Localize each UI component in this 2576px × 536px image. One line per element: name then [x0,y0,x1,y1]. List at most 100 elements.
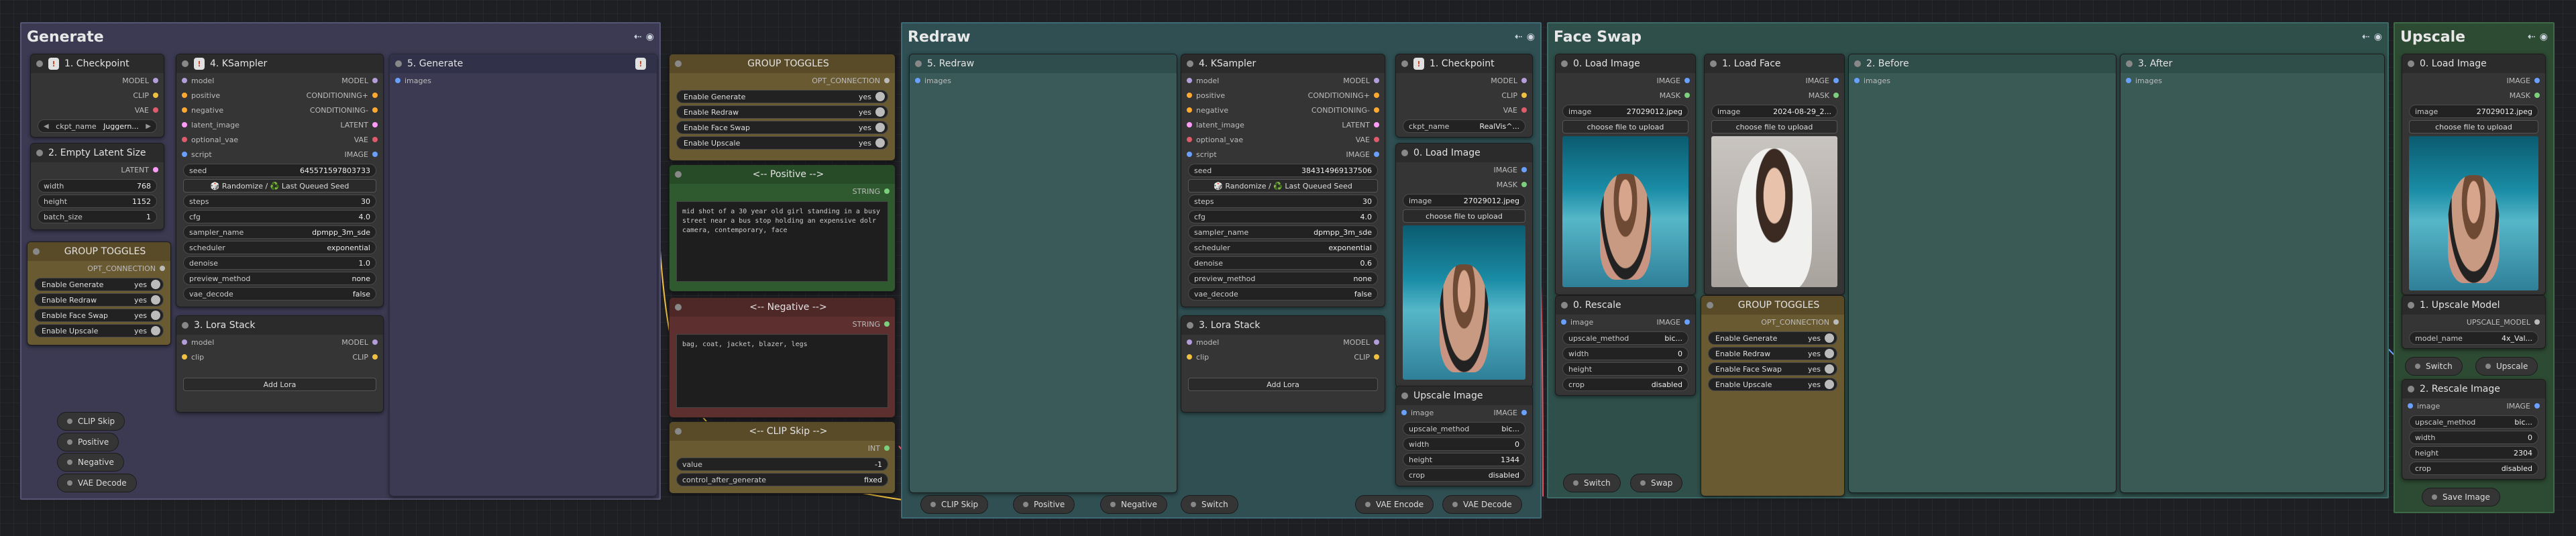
collapse-dot[interactable] [2126,60,2133,67]
output-slot[interactable] [1521,410,1527,415]
output-slot[interactable] [1374,78,1379,83]
toggle-enable-generate[interactable]: Enable Generate yes [34,278,164,291]
input-slot[interactable] [1187,339,1192,345]
output-slot[interactable] [884,321,890,327]
pin-icon[interactable]: ⇠ [2362,32,2370,42]
eye-icon[interactable]: ◉ [646,32,654,42]
output-slot[interactable] [884,189,890,194]
collapse-dot[interactable] [182,322,189,329]
output-slot[interactable] [1374,339,1379,345]
add-lora-button[interactable]: Add Lora [183,378,376,391]
node-group-toggles[interactable]: GROUP TOGGLES OPT_CONNECTION Enable Gene… [27,242,171,345]
collapse-dot[interactable] [395,60,402,67]
vae-decode-widget[interactable]: vae_decode false [1188,287,1378,301]
pill-vae-decode[interactable]: VAE Decode [57,474,137,492]
input-slot[interactable] [1561,319,1566,325]
node-checkpoint[interactable]: ! 1. Checkpoint MODEL CLIP VAE ◀ ckpt_name… [30,54,164,138]
pill-clip-skip[interactable]: CLIP Skip [57,412,125,431]
pill-switch-face[interactable]: Switch [1563,474,1621,492]
collapse-dot[interactable] [675,428,682,435]
toggle-enable-generate[interactable]: Enable Generate yes [1708,331,1837,345]
input-slot[interactable] [1854,78,1860,83]
height-widget[interactable]: height 0 [1562,362,1688,376]
node-group-toggles-mid[interactable]: GROUP TOGGLES OPT_CONNECTION Enable Gene… [669,54,896,161]
output-slot[interactable] [372,107,378,113]
width-widget[interactable]: width 0 [1403,437,1525,451]
pin-icon[interactable]: ⇠ [2528,32,2536,42]
toggle-enable-redraw[interactable]: Enable Redraw yes [34,293,164,307]
collapse-dot[interactable] [915,60,922,67]
node-positive-prompt[interactable]: <-- Positive --> STRING mid shot of a 30… [669,164,896,292]
output-slot[interactable] [372,93,378,98]
pill-positive[interactable]: Positive [57,433,119,451]
output-slot[interactable] [2534,78,2540,83]
input-slot[interactable] [395,78,400,83]
image-select-widget[interactable]: image 27029012.jpeg [1562,105,1688,118]
toggle-enable-redraw[interactable]: Enable Redraw yes [1708,347,1837,360]
node-rescale-face[interactable]: 0. Rescale image IMAGE upscale_method bic.… [1555,295,1696,396]
node-save-generate[interactable]: 5. Generate! images [389,54,657,496]
randomize-seed-button[interactable]: 🎲 Randomize / ♻️ Last Queued Seed [183,179,376,193]
output-slot[interactable] [1521,78,1527,83]
collapse-dot[interactable] [2408,386,2414,392]
output-slot[interactable] [1374,122,1379,127]
model-name-widget[interactable]: model_name 4x_Val... [2409,331,2538,345]
pin-icon[interactable]: ⇠ [1515,32,1523,42]
image-select-widget[interactable]: image 27029012.jpeg [2409,105,2538,118]
output-slot[interactable] [1374,354,1379,360]
scheduler-widget[interactable]: scheduler exponential [183,241,376,254]
pill-upscale[interactable]: Upscale [2475,357,2538,376]
output-slot[interactable] [372,137,378,142]
denoise-widget[interactable]: denoise 0.6 [1188,256,1378,270]
bypass-badge[interactable]: ! [194,58,205,70]
upload-button[interactable]: choose file to upload [1562,120,1688,133]
bypass-badge[interactable]: ! [48,58,59,70]
collapse-dot[interactable] [36,60,43,67]
collapse-dot[interactable] [33,248,40,255]
output-slot[interactable] [1833,93,1839,98]
preview-method-widget[interactable]: preview_method none [183,272,376,285]
scheduler-widget[interactable]: scheduler exponential [1188,241,1378,254]
node-group-toggles-face[interactable]: GROUP TOGGLES OPT_CONNECTION Enable Gene… [1701,295,1845,496]
output-slot[interactable] [372,354,378,360]
node-after[interactable]: 3. After images [2120,54,2385,493]
pill-switch-upscale[interactable]: Switch [2405,357,2463,376]
upload-button[interactable]: choose file to upload [1403,209,1525,223]
ckpt-name-widget[interactable]: ◀ ckpt_name Juggern... ▶ [38,119,157,133]
node-save-redraw[interactable]: 5. Redraw images [909,54,1177,493]
width-widget[interactable]: width 0 [2409,431,2538,444]
output-slot[interactable] [1374,107,1379,113]
output-slot[interactable] [2534,319,2540,325]
output-slot[interactable] [1374,137,1379,142]
output-slot[interactable] [1833,78,1839,83]
height-widget[interactable]: height 2304 [2409,446,2538,460]
image-select-widget[interactable]: image 2024-08-29_2... [1711,105,1837,118]
toggle-enable-upscale[interactable]: Enable Upscale yes [34,324,164,337]
bypass-badge[interactable]: ! [635,58,646,70]
input-slot[interactable] [182,78,187,83]
crop-widget[interactable]: crop disabled [1562,378,1688,391]
node-load-image-face[interactable]: 0. Load Image IMAGE MASK image 27029012.j… [1555,54,1696,295]
sampler-widget[interactable]: sampler_name dpmpp_3m_sde [1188,225,1378,239]
input-slot[interactable] [182,122,187,127]
collapse-dot[interactable] [1854,60,1861,67]
collapse-dot[interactable] [182,60,189,67]
denoise-widget[interactable]: denoise 1.0 [183,256,376,270]
output-slot[interactable] [1521,107,1527,113]
steps-widget[interactable]: steps 30 [1188,195,1378,208]
crop-widget[interactable]: crop disabled [1403,468,1525,482]
input-slot[interactable] [182,339,187,345]
eye-icon[interactable]: ◉ [1527,32,1535,42]
ckpt-name-widget[interactable]: ckpt_name RealVis^... [1403,119,1525,133]
output-slot[interactable] [153,78,158,83]
collapse-dot[interactable] [675,304,682,311]
output-slot[interactable] [1521,93,1527,98]
eye-icon[interactable]: ◉ [2540,32,2548,42]
toggle-enable-face-swap[interactable]: Enable Face Swap yes [676,121,888,134]
output-slot[interactable] [1684,78,1690,83]
node-lora-stack-redraw[interactable]: 3. Lora Stack model MODEL clip CLIP Add Lo… [1181,315,1385,413]
height-widget[interactable]: height 1152 [38,195,157,208]
node-load-face[interactable]: 1. Load Face IMAGE MASK image 2024-08-29_… [1704,54,1845,295]
node-rescale-upscale[interactable]: 2. Rescale Image image IMAGE upscale_meth… [2402,379,2546,480]
collapse-dot[interactable] [1401,392,1408,399]
